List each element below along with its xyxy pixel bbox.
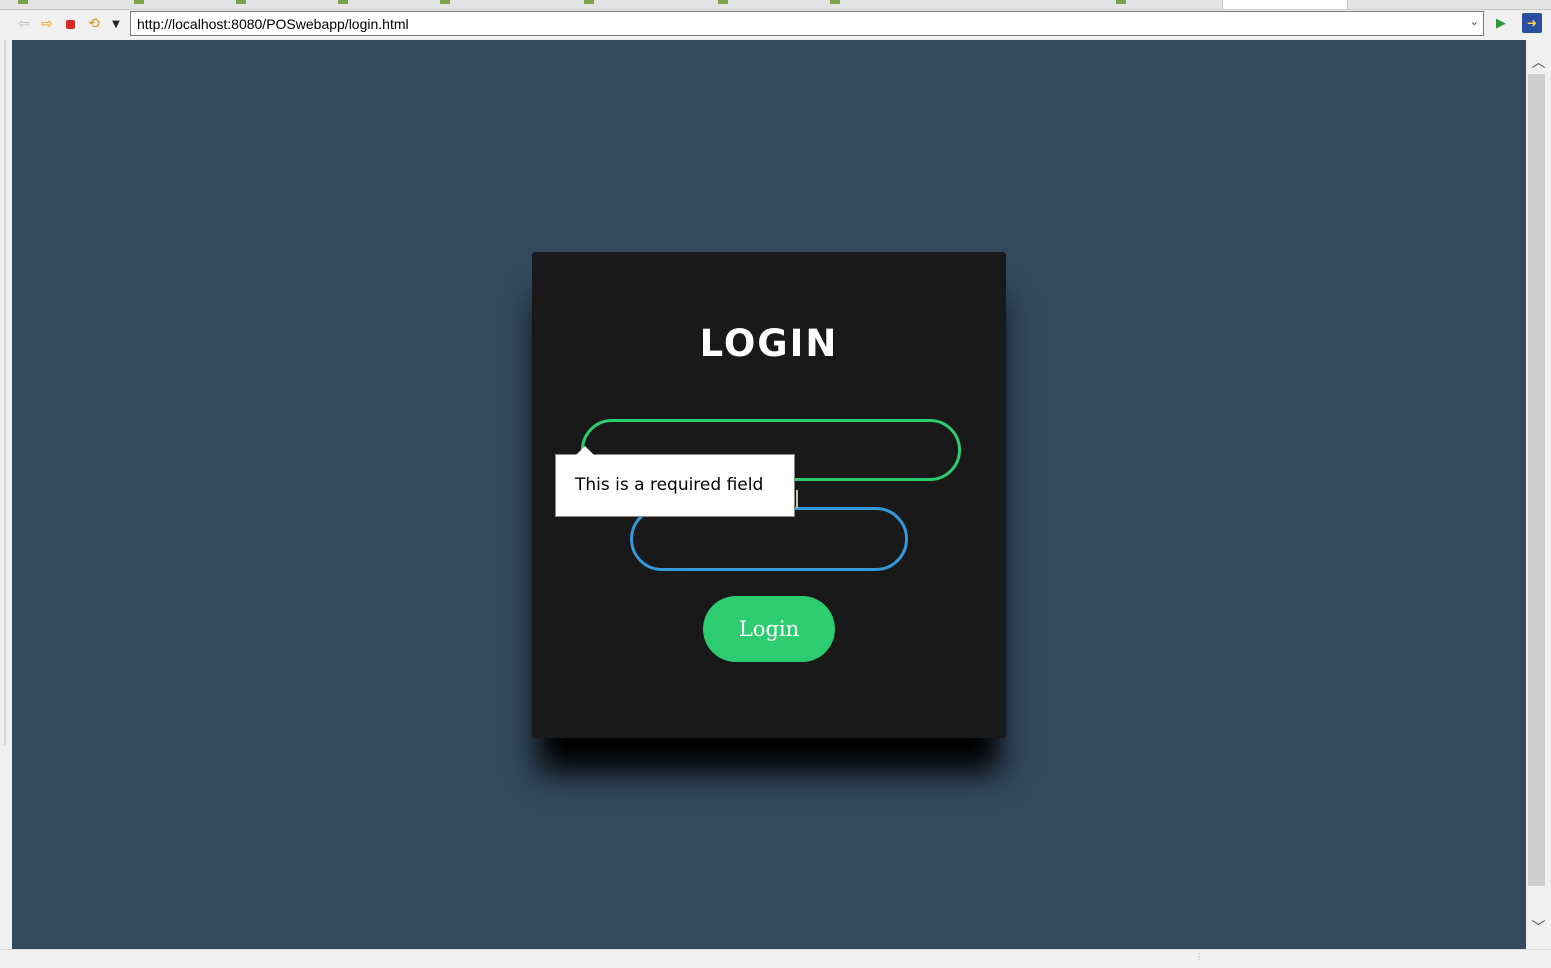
- tab-file-icon: [1116, 0, 1126, 4]
- validation-tooltip: This is a required field: [555, 446, 795, 517]
- login-title: LOGIN: [699, 322, 839, 365]
- status-bar: ⋮: [0, 949, 1551, 968]
- validation-message: This is a required field: [575, 475, 764, 495]
- tab-file-icon: [236, 0, 246, 4]
- login-button[interactable]: Login: [703, 596, 835, 662]
- resize-grip-icon: ⋮: [1195, 952, 1203, 961]
- gutter-divider: [4, 40, 6, 745]
- address-bar[interactable]: http://localhost:8080/POSwebapp/login.ht…: [130, 11, 1484, 36]
- back-arrow-icon[interactable]: ⇦: [14, 14, 34, 34]
- tab-login-html[interactable]: [1222, 0, 1348, 9]
- tooltip-arrow: [576, 446, 594, 455]
- tab-file-icon: [134, 0, 144, 4]
- browser-toolbar: ⇦ ⇨ ⟲ ▼ http://localhost:8080/POSwebapp/…: [0, 10, 1551, 40]
- editor-tab-strip: [0, 0, 1551, 10]
- tab-file-icon: [440, 0, 450, 4]
- tab-file-icon: [584, 0, 594, 4]
- go-icon[interactable]: ▶: [1492, 14, 1510, 32]
- tab-file-icon: [338, 0, 348, 4]
- vertical-scrollbar[interactable]: ︿ ﹀: [1526, 40, 1551, 949]
- chevron-down-icon[interactable]: ﹀: [1526, 915, 1551, 939]
- scrollbar-thumb[interactable]: [1528, 74, 1545, 886]
- dropdown-icon[interactable]: ▼: [106, 14, 126, 34]
- refresh-icon[interactable]: ⟲: [84, 14, 104, 34]
- text-caret: [796, 490, 798, 508]
- left-gutter: [0, 40, 12, 949]
- tab-file-icon: [18, 0, 28, 4]
- external-browser-icon[interactable]: ➜: [1522, 13, 1542, 33]
- forward-arrow-icon[interactable]: ⇨: [37, 14, 57, 34]
- stop-icon[interactable]: [60, 14, 80, 34]
- chevron-up-icon[interactable]: ︿: [1526, 50, 1551, 74]
- address-bar-url[interactable]: http://localhost:8080/POSwebapp/login.ht…: [137, 16, 409, 32]
- tab-file-icon: [718, 0, 728, 4]
- tab-file-icon: [830, 0, 840, 4]
- chevron-down-icon[interactable]: ⌄: [1470, 15, 1479, 28]
